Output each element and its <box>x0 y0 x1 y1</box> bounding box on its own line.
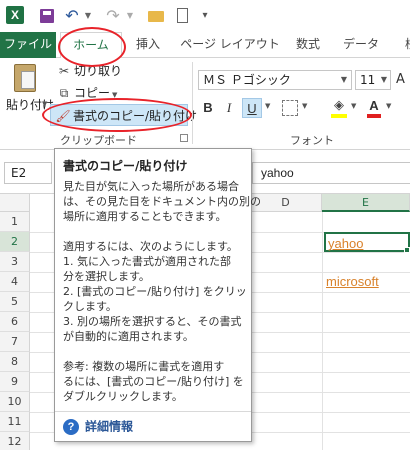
tooltip-line: 3. 別の場所を選択すると、その書式 <box>63 315 242 328</box>
font-size-select[interactable]: 11 ▼ <box>355 70 391 90</box>
font-size-value: 11 <box>360 73 376 87</box>
row-header[interactable]: 12 <box>0 432 30 450</box>
name-box[interactable]: E2 <box>4 162 52 184</box>
redo-dropdown-icon[interactable]: ▼ <box>125 6 135 26</box>
row-header[interactable]: 6 <box>0 312 30 332</box>
fill-color-dropdown-icon[interactable]: ▼ <box>351 102 356 110</box>
group-divider <box>192 62 193 144</box>
scissors-icon: ✂ <box>58 64 70 78</box>
ribbon: 貼り付け ▼ ✂ 切り取り ⧉ コピー ▼ 🖌 書式のコピー/貼り付け クリップボード … <box>0 58 410 150</box>
help-icon[interactable]: ? <box>63 418 79 435</box>
row-header[interactable]: 10 <box>0 392 30 412</box>
tooltip-line: 2. [書式のコピー/貼り付け] をクリッ <box>63 285 247 298</box>
tab-data[interactable]: データ <box>336 32 386 58</box>
paint-bucket-icon: ◈ <box>334 98 344 113</box>
italic-button[interactable]: I <box>222 98 236 118</box>
tooltip-line: が自動的に適用されます。 <box>63 330 194 343</box>
cut-label: 切り取り <box>74 64 123 78</box>
paste-dropdown-icon[interactable]: ▼ <box>42 100 47 108</box>
row-header[interactable]: 9 <box>0 372 30 392</box>
underline-button[interactable]: U <box>242 98 262 118</box>
tab-home[interactable]: ホーム <box>60 32 122 58</box>
underline-dropdown-icon[interactable]: ▼ <box>265 102 270 110</box>
ribbon-tabs: ファイル ホーム 挿入 ページ レイアウト 数式 データ 校 <box>0 32 410 58</box>
cell-e2[interactable]: yahoo <box>324 232 410 252</box>
redo-icon[interactable]: ↷ <box>104 6 122 26</box>
borders-dropdown-icon[interactable]: ▼ <box>302 102 307 110</box>
clipboard-group-label: クリップボード <box>60 134 137 147</box>
increase-font-icon[interactable]: A <box>396 70 410 90</box>
row-header[interactable]: 2 <box>0 232 30 252</box>
row-header[interactable]: 11 <box>0 412 30 432</box>
row-header[interactable]: 4 <box>0 272 30 292</box>
new-document-icon[interactable] <box>172 6 192 26</box>
copy-dropdown-icon[interactable]: ▼ <box>112 91 117 99</box>
font-group-label: フォント <box>290 134 334 147</box>
tooltip-line: 場所に適用することもできます。 <box>63 210 227 223</box>
quick-access-toolbar: X ↶ ▼ ↷ ▼ ▾ <box>0 0 410 32</box>
font-color-button[interactable]: A <box>366 98 382 118</box>
bold-button[interactable]: B <box>200 98 216 118</box>
excel-icon: X <box>6 6 24 24</box>
undo-dropdown-icon[interactable]: ▼ <box>83 6 93 26</box>
font-color-letter: A <box>369 98 379 113</box>
tab-review[interactable]: 校 <box>396 32 410 58</box>
font-name-select[interactable]: ＭＳ Ｐゴシック ▼ <box>198 70 352 90</box>
paintbrush-icon: 🖌 <box>55 109 71 123</box>
tab-file[interactable]: ファイル <box>0 32 56 58</box>
copy-label: コピー <box>74 86 111 100</box>
row-header[interactable]: 3 <box>0 252 30 272</box>
copy-button[interactable]: ⧉ コピー ▼ <box>56 84 118 104</box>
tooltip-line: クします。 <box>63 300 117 313</box>
font-name-value: ＭＳ Ｐゴシック <box>203 73 291 87</box>
tooltip-line: 1. 気に入った書式が適用された部 <box>63 255 231 268</box>
tooltip-line: ダブルクリックします。 <box>63 390 183 403</box>
row-header[interactable]: 8 <box>0 352 30 372</box>
clipboard-icon <box>14 64 36 92</box>
format-painter-tooltip: 書式のコピー/貼り付け 見た目が気に入った場所がある場合 は、その見た目をドキュ… <box>54 148 261 442</box>
tooltip-body: 見た目が気に入った場所がある場合 は、その見た目をドキュメント内の別の 場所に適… <box>63 179 261 404</box>
tab-page-layout[interactable]: ページ レイアウト <box>180 32 280 58</box>
formula-input[interactable]: yahoo <box>252 162 410 184</box>
fill-color-button[interactable]: ◈ <box>330 98 348 118</box>
customize-toolbar-icon[interactable]: ▾ <box>198 6 212 26</box>
undo-icon[interactable]: ↶ <box>63 6 81 26</box>
font-color-dropdown-icon[interactable]: ▼ <box>386 102 391 110</box>
font-size-dropdown-icon[interactable]: ▼ <box>381 71 387 89</box>
cut-button[interactable]: ✂ 切り取り <box>56 62 122 82</box>
tab-formulas[interactable]: 数式 <box>288 32 328 58</box>
tooltip-footer: ? 詳細情報 <box>55 411 251 441</box>
save-icon[interactable] <box>37 6 57 26</box>
font-color-swatch <box>367 114 381 118</box>
fill-color-swatch <box>331 114 347 118</box>
tab-insert[interactable]: 挿入 <box>128 32 168 58</box>
row-header[interactable]: 7 <box>0 332 30 352</box>
copy-icon: ⧉ <box>59 86 69 100</box>
tooltip-line: るには、[書式のコピー/貼り付け] を <box>63 375 244 388</box>
tooltip-title: 書式のコピー/貼り付け <box>63 159 188 173</box>
fill-handle[interactable] <box>404 247 410 253</box>
tooltip-line: 適用するには、次のようにします。 <box>63 240 238 253</box>
clipboard-launcher-icon[interactable] <box>180 134 188 142</box>
more-info-link[interactable]: 詳細情報 <box>85 420 133 434</box>
folder-icon[interactable] <box>146 6 166 26</box>
gridline <box>322 212 323 450</box>
cell-e4[interactable]: microsoft <box>324 272 410 292</box>
tooltip-line: は、その見た目をドキュメント内の別の <box>63 195 261 208</box>
format-painter-label: 書式のコピー/貼り付け <box>73 109 198 123</box>
format-painter-button[interactable]: 🖌 書式のコピー/貼り付け <box>50 104 197 126</box>
select-all-corner[interactable] <box>0 194 30 212</box>
row-header[interactable]: 1 <box>0 212 30 232</box>
tooltip-line: 分を選択します。 <box>63 270 150 283</box>
column-header-e[interactable]: E <box>322 194 410 212</box>
borders-icon[interactable] <box>282 100 298 116</box>
row-header[interactable]: 5 <box>0 292 30 312</box>
tooltip-line: 参考: 複数の場所に書式を適用す <box>63 360 225 373</box>
font-name-dropdown-icon[interactable]: ▼ <box>341 71 347 89</box>
paste-button[interactable]: 貼り付け ▼ <box>4 62 54 120</box>
tooltip-line: 見た目が気に入った場所がある場合 <box>63 180 239 193</box>
